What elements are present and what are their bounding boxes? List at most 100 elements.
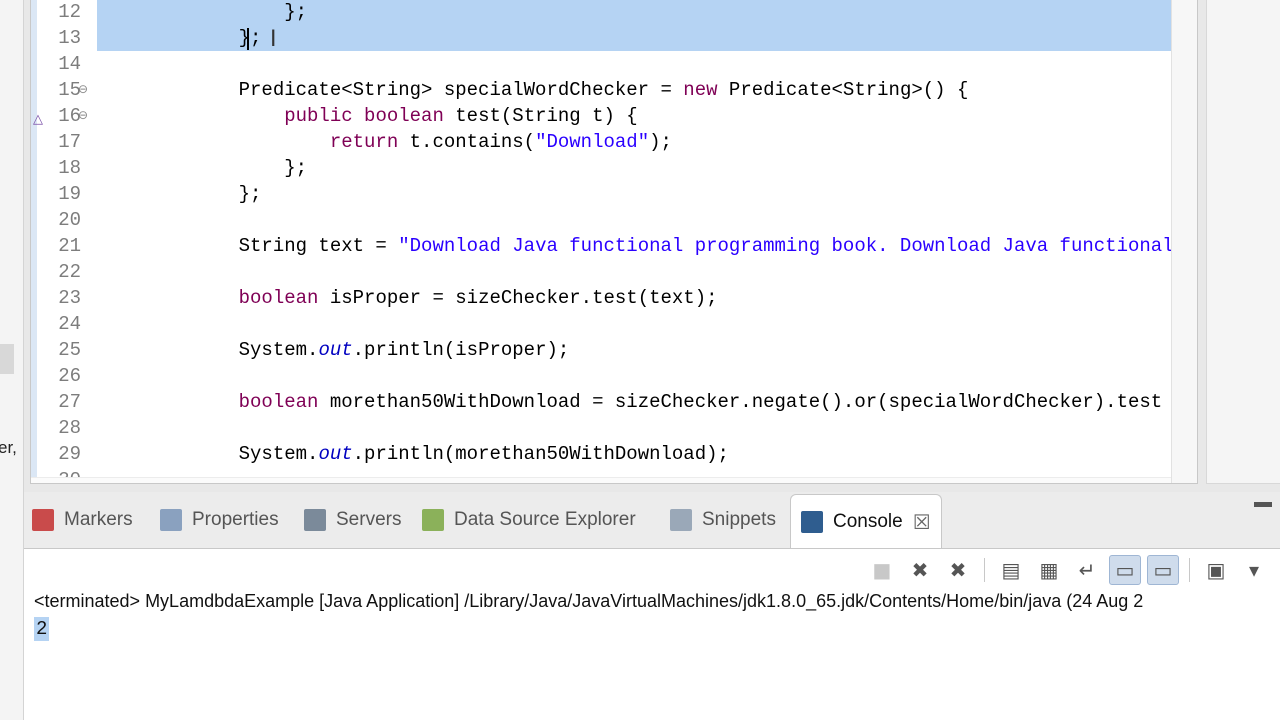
tab-data-source-explorer[interactable]: Data Source Explorer	[422, 496, 636, 544]
code-text[interactable]	[97, 259, 1173, 285]
word-wrap-icon[interactable]: ↵	[1071, 555, 1103, 585]
code-line[interactable]: 18 };	[31, 155, 1173, 181]
code-text[interactable]: public boolean test(String t) {	[97, 103, 1173, 129]
java-editor[interactable]: 12 }; 13 }; 14 15 ⊖ Predicate<String> specia…	[30, 0, 1198, 484]
code-line[interactable]: 19 };	[31, 181, 1173, 207]
horizontal-scrollbar[interactable]	[31, 477, 1173, 483]
code-text[interactable]: };	[97, 155, 1173, 181]
code-text[interactable]: String text = "Download Java functional …	[97, 233, 1173, 259]
servers-icon	[304, 509, 326, 531]
show-on-output-icon[interactable]: ▭	[1109, 555, 1141, 585]
line-number: 14	[58, 53, 81, 75]
tab-servers[interactable]: Servers	[304, 496, 401, 544]
code-text[interactable]: Predicate<String> specialWordChecker = n…	[97, 77, 1173, 103]
code-line[interactable]: 23 boolean isProper = sizeChecker.test(t…	[31, 285, 1173, 311]
stop-icon[interactable]: ■	[866, 555, 898, 585]
code-token: test(String t) {	[443, 105, 638, 127]
vertical-scrollbar[interactable]	[1171, 0, 1197, 483]
line-number: 20	[58, 209, 81, 231]
tab-label: Markers	[64, 509, 133, 530]
code-text[interactable]	[97, 415, 1173, 441]
close-tab-icon[interactable]: ☒	[913, 510, 931, 534]
code-token: =	[649, 79, 684, 101]
tab-properties[interactable]: Properties	[160, 496, 279, 544]
console-output-text[interactable]: 2	[34, 617, 50, 641]
line-number: 18	[58, 157, 81, 179]
markers-icon	[32, 509, 54, 531]
code-token: .println(isProper);	[352, 339, 570, 361]
tab-console[interactable]: Console ☒	[790, 494, 942, 548]
code-line[interactable]: 13 };	[31, 25, 1173, 51]
code-token: };	[284, 157, 308, 179]
code-text[interactable]: };	[97, 0, 1173, 25]
code-text[interactable]: boolean morethan50WithDownload = sizeChe…	[97, 389, 1173, 415]
outline-view-edge	[1206, 0, 1280, 484]
console-view[interactable]: ■ ✖ ✖ ▤ ▦ ↵ ▭ ▭ ▣ ▾ <terminated> MyLamdbdaExample…	[24, 548, 1280, 720]
code-token: Predicate<String>() {	[717, 79, 969, 101]
code-token: public	[284, 105, 353, 127]
code-text[interactable]: System.out.println(morethan50WithDownloa…	[97, 441, 1173, 467]
tab-label: Servers	[336, 509, 402, 530]
line-number: 26	[58, 365, 81, 387]
code-text[interactable]	[97, 363, 1173, 389]
remove-all-launches-icon[interactable]: ✖	[942, 555, 974, 585]
code-line[interactable]: 15 ⊖ Predicate<String> specialWordChecker…	[31, 77, 1173, 103]
show-on-error-icon[interactable]: ▭	[1147, 555, 1179, 585]
tab-label: Properties	[192, 509, 279, 530]
tab-markers[interactable]: Markers	[32, 496, 133, 544]
remove-launch-icon[interactable]: ✖	[904, 555, 936, 585]
code-line[interactable]: 17 return t.contains("Download");	[31, 129, 1173, 155]
code-text[interactable]: };	[97, 25, 1173, 51]
fold-toggle-icon[interactable]: ⊖	[77, 109, 89, 121]
code-text[interactable]	[97, 51, 1173, 77]
line-number: 22	[58, 261, 81, 283]
code-line[interactable]: 12 };	[31, 0, 1173, 25]
clear-console-icon[interactable]: ▤	[995, 555, 1027, 585]
code-line[interactable]: 24	[31, 311, 1173, 337]
code-token: };	[284, 1, 308, 23]
tab-label: Data Source Explorer	[454, 509, 636, 530]
code-text[interactable]: };	[97, 181, 1173, 207]
scroll-lock-icon[interactable]: ▦	[1033, 555, 1065, 585]
code-text[interactable]	[97, 311, 1173, 337]
tab-label: Console	[833, 510, 903, 532]
code-line[interactable]: 27 boolean morethan50WithDownload = size…	[31, 389, 1173, 415]
code-line[interactable]: 26	[31, 363, 1173, 389]
code-line[interactable]: 29 System.out.println(morethan50WithDown…	[31, 441, 1173, 467]
code-text[interactable]: return t.contains("Download");	[97, 129, 1173, 155]
line-number: 23	[58, 287, 81, 309]
code-line[interactable]: 14	[31, 51, 1173, 77]
code-line[interactable]: 16 ⊖ △ public boolean test(String t) {	[31, 103, 1173, 129]
tab-snippets[interactable]: Snippets	[670, 496, 776, 544]
line-number: 13	[58, 27, 81, 49]
code-line[interactable]: 22	[31, 259, 1173, 285]
pin-console-icon[interactable]: ▣	[1200, 555, 1232, 585]
display-console-icon[interactable]: ▾	[1238, 555, 1270, 585]
fold-toggle-icon[interactable]: ⊖	[77, 83, 89, 95]
code-token: out	[318, 339, 353, 361]
code-token: specialWordChecker	[443, 79, 650, 101]
ibeam-cursor-icon: I	[270, 27, 277, 52]
code-text[interactable]	[97, 207, 1173, 233]
code-line[interactable]: 21 String text = "Download Java function…	[31, 233, 1173, 259]
tab-label: Snippets	[702, 509, 776, 530]
code-line[interactable]: 25 System.out.println(isProper);	[31, 337, 1173, 363]
code-token: t.contains(	[398, 131, 536, 153]
code-line[interactable]: 20	[31, 207, 1173, 233]
code-text[interactable]: boolean isProper = sizeChecker.test(text…	[97, 285, 1173, 311]
code-text[interactable]: System.out.println(isProper);	[97, 337, 1173, 363]
selected-tree-item[interactable]	[0, 344, 14, 374]
toolbar-separator	[1189, 558, 1190, 582]
bottom-panel: Markers Properties Servers Data Source Expl…	[24, 492, 1280, 720]
minimize-panel-button[interactable]	[1254, 502, 1272, 507]
code-line[interactable]: 28	[31, 415, 1173, 441]
database-icon	[422, 509, 444, 531]
